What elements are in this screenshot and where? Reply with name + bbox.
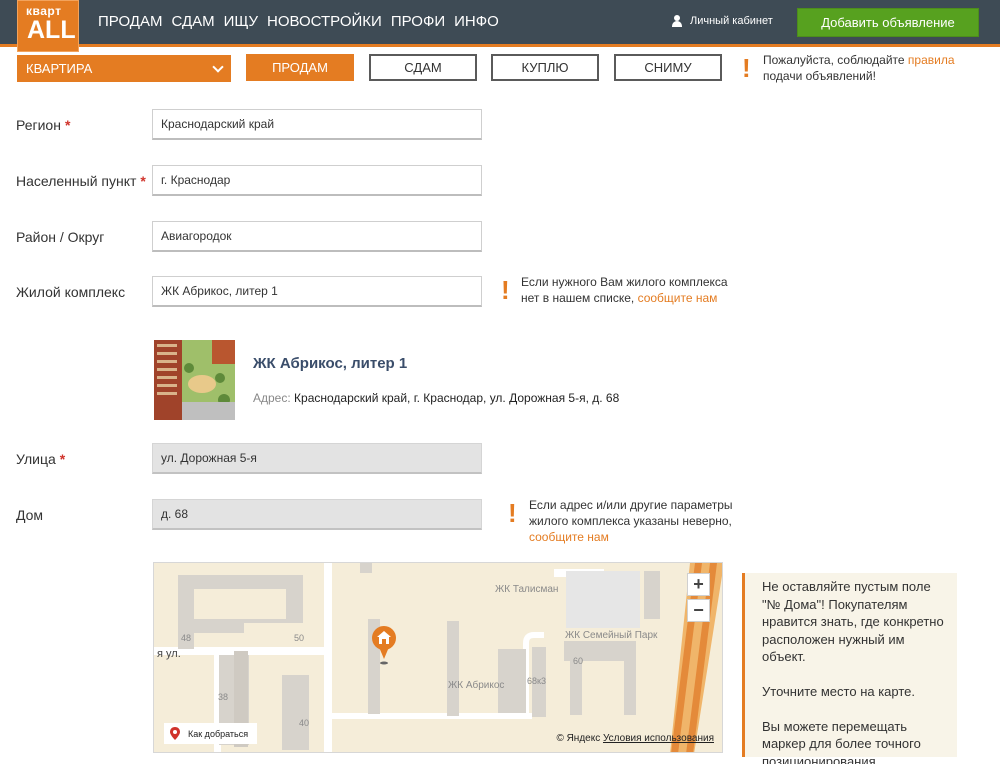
exclamation-icon: ! — [742, 53, 751, 83]
tip-paragraph-1: Не оставляйте пустым поле "№ Дома"! Поку… — [762, 579, 944, 665]
deal-sell-button[interactable]: ПРОДАМ — [246, 54, 354, 81]
location-pin-icon — [170, 727, 180, 740]
exclamation-icon: ! — [501, 275, 510, 305]
city-label: Населенный пункт * — [16, 173, 146, 189]
map-label-talisman: ЖК Талисман — [495, 584, 559, 595]
nav-info[interactable]: ИНФО — [454, 13, 499, 30]
map-label-60: 60 — [573, 656, 584, 666]
exclamation-icon: ! — [508, 498, 517, 528]
street-input[interactable]: ул. Дорожная 5-я — [152, 443, 482, 474]
map-terms-link[interactable]: Условия использования — [603, 733, 714, 744]
property-type-value: КВАРТИРА — [26, 61, 93, 76]
region-input[interactable]: Краснодарский край — [152, 109, 482, 140]
rules-note-before: Пожалуйста, соблюдайте — [763, 53, 908, 67]
required-mark: * — [59, 451, 66, 467]
site-logo[interactable]: кварт ALL — [17, 0, 79, 52]
region-label: Регион * — [16, 117, 71, 133]
map-label-50: 50 — [294, 633, 305, 643]
complex-address: Адрес: Краснодарский край, г. Краснодар,… — [253, 391, 619, 405]
user-icon — [671, 15, 683, 27]
map-marker-icon[interactable] — [370, 625, 398, 667]
district-label: Район / Округ — [16, 229, 105, 245]
complex-input[interactable]: ЖК Абрикос, литер 1 — [152, 276, 482, 307]
house-tip-box: Не оставляйте пустым поле "№ Дома"! Поку… — [742, 573, 957, 764]
city-input[interactable]: г. Краснодар — [152, 165, 482, 196]
map-street-label: я ул. — [157, 648, 181, 660]
deal-buy-button[interactable]: КУПЛЮ — [491, 54, 599, 81]
map-label-68k3: 68к3 — [527, 676, 546, 686]
tip-paragraph-2: Уточните место на карте. — [762, 683, 916, 699]
top-header: кварт ALL ПРОДАМ СДАМ ИЩУ НОВОСТРОЙКИ ПР… — [0, 0, 1000, 52]
location-map[interactable]: ЖК Талисман ЖК Семейный Парк ЖК Абрикос … — [153, 562, 723, 753]
nav-sell[interactable]: ПРОДАМ — [98, 13, 162, 30]
district-input[interactable]: Авиагородок — [152, 221, 482, 252]
rules-link[interactable]: правила — [908, 53, 955, 67]
complex-missing-note: Если нужного Вам жилого комплекса нет в … — [521, 275, 728, 305]
logo-main-text: ALL — [27, 16, 76, 44]
address-value: Краснодарский край, г. Краснодар, ул. До… — [294, 391, 620, 405]
report-complex-link[interactable]: сообщите нам — [638, 291, 718, 305]
map-label-40: 40 — [299, 718, 310, 728]
zoom-in-button[interactable]: + — [687, 573, 710, 596]
add-listing-button[interactable]: Добавить объявление — [797, 8, 979, 37]
house-input[interactable]: д. 68 — [152, 499, 482, 530]
map-attribution: © Яндекс Условия использования — [556, 733, 714, 744]
house-label: Дом — [16, 507, 44, 523]
address-key: Адрес: — [253, 391, 291, 405]
required-mark: * — [64, 117, 71, 133]
deal-rent-button[interactable]: СНИМУ — [614, 54, 722, 81]
nav-search[interactable]: ИЩУ — [224, 13, 258, 30]
rules-note-after: подачи объявлений! — [763, 69, 876, 83]
map-label-abrikos: ЖК Абрикос — [448, 680, 505, 691]
address-wrong-note: Если адрес и/или другие параметры жилого… — [529, 498, 733, 544]
tip-paragraph-3: Вы можете перемещать маркер для более то… — [762, 718, 921, 764]
nav-new-buildings[interactable]: НОВОСТРОЙКИ — [267, 13, 382, 30]
map-copyright: © Яндекс — [556, 733, 601, 744]
nav-rent-out[interactable]: СДАМ — [171, 13, 214, 30]
zoom-out-button[interactable]: − — [687, 599, 710, 622]
route-button[interactable]: Как добраться — [164, 723, 257, 744]
personal-cabinet-link[interactable]: Личный кабинет — [671, 15, 773, 27]
deal-rent-out-button[interactable]: СДАМ — [369, 54, 477, 81]
property-type-select[interactable]: КВАРТИРА — [17, 55, 231, 82]
map-label-semeyny-park: ЖК Семейный Парк — [565, 630, 658, 641]
nav-pros[interactable]: ПРОФИ — [391, 13, 445, 30]
required-mark: * — [140, 173, 146, 189]
report-address-link[interactable]: сообщите нам — [529, 530, 609, 544]
route-label: Как добраться — [188, 728, 249, 739]
complex-title-link[interactable]: ЖК Абрикос, литер 1 — [253, 355, 407, 372]
main-nav: ПРОДАМ СДАМ ИЩУ НОВОСТРОЙКИ ПРОФИ ИНФО — [98, 13, 499, 30]
complex-label: Жилой комплекс — [16, 284, 126, 300]
street-label: Улица * — [16, 451, 66, 467]
map-label-38: 38 — [218, 692, 229, 702]
rules-note: Пожалуйста, соблюдайте правила подачи об… — [763, 52, 993, 84]
chevron-down-icon — [212, 61, 224, 73]
cabinet-label: Личный кабинет — [690, 15, 773, 27]
map-label-48: 48 — [181, 633, 192, 643]
complex-thumbnail[interactable] — [154, 340, 235, 420]
